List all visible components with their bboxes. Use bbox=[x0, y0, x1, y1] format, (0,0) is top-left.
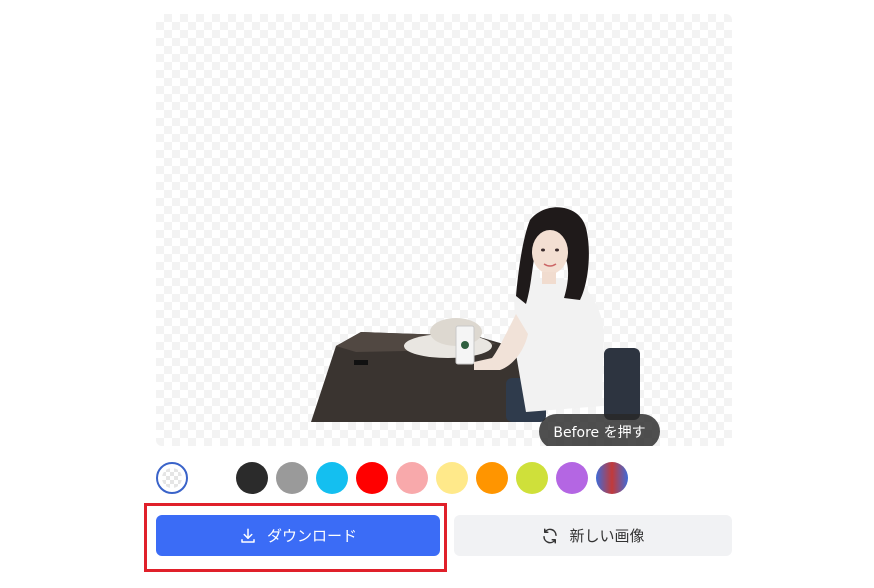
swatch-orange[interactable] bbox=[476, 462, 508, 494]
download-button[interactable]: ダウンロード bbox=[156, 515, 440, 556]
swatch-red[interactable] bbox=[356, 462, 388, 494]
cutout-image bbox=[311, 207, 640, 422]
new-image-button[interactable]: 新しい画像 bbox=[454, 515, 732, 556]
swatch-lime[interactable] bbox=[516, 462, 548, 494]
new-image-label: 新しい画像 bbox=[569, 527, 645, 545]
before-compare-label: Before を押す bbox=[553, 424, 646, 441]
before-compare-button[interactable]: Before を押す bbox=[539, 414, 660, 446]
swatch-gray[interactable] bbox=[276, 462, 308, 494]
swatch-gradient[interactable] bbox=[596, 462, 628, 494]
swatch-pink[interactable] bbox=[396, 462, 428, 494]
refresh-icon bbox=[541, 527, 559, 545]
swatch-black[interactable] bbox=[236, 462, 268, 494]
background-removal-result: Before を押す ダウンロード 新しい画像 bbox=[0, 0, 874, 588]
swatch-cyan[interactable] bbox=[316, 462, 348, 494]
swatch-purple[interactable] bbox=[556, 462, 588, 494]
swatch-transparent[interactable] bbox=[156, 462, 188, 494]
download-label: ダウンロード bbox=[266, 527, 357, 545]
swatch-white[interactable] bbox=[196, 462, 228, 494]
transparent-preview-canvas: Before を押す bbox=[156, 14, 732, 446]
swatch-light-yellow[interactable] bbox=[436, 462, 468, 494]
download-icon bbox=[239, 527, 257, 545]
